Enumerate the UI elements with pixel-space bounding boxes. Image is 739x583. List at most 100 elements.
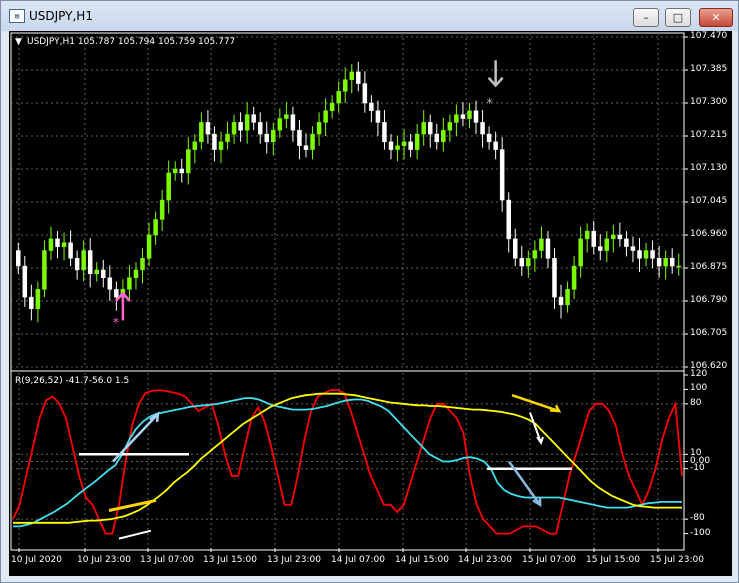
time-tick-label: 10 Jul 23:00 — [77, 555, 131, 565]
candle-body — [192, 141, 198, 150]
candle-body — [264, 133, 270, 143]
candle-body — [637, 250, 642, 259]
indicator-tick-label: -10 — [690, 462, 705, 473]
buy-signal-star-icon: * — [113, 315, 119, 329]
candle-body — [101, 269, 106, 278]
candle-body — [598, 246, 603, 251]
candle-body — [146, 234, 152, 259]
candle-body — [231, 122, 237, 135]
candle-body — [388, 141, 394, 150]
candle-body — [22, 265, 28, 298]
candle-body — [42, 250, 47, 290]
annotation-yellow-stroke — [108, 498, 157, 512]
indicator-line-slow — [13, 392, 682, 524]
candle-body — [329, 102, 335, 112]
window-title: USDJPY,H1 — [29, 9, 93, 23]
candle-body — [166, 172, 171, 201]
time-tick-label: 14 Jul 07:00 — [331, 555, 385, 565]
candle-body — [643, 250, 649, 259]
candle-body — [212, 133, 217, 150]
candle-body — [251, 114, 256, 123]
candle-body — [271, 129, 276, 143]
candle-body — [244, 114, 250, 131]
candle-body — [663, 258, 668, 267]
candle-body — [558, 296, 564, 306]
candle-body — [473, 110, 479, 123]
candle-body — [591, 230, 596, 247]
candle-body — [676, 265, 681, 268]
candle-body — [87, 250, 93, 275]
candle-body — [630, 246, 636, 251]
candle-body — [467, 110, 472, 119]
price-tick-label: 106.790 — [690, 295, 728, 305]
symbol-info: USDJPY,H1 105.787 105.794 105.759 105.77… — [27, 37, 236, 47]
candle-body — [238, 122, 243, 131]
indicator-tick-label: 80 — [690, 397, 702, 408]
candle-body — [519, 258, 525, 267]
price-tick-label: 107.130 — [690, 163, 728, 173]
candle-body — [218, 141, 224, 150]
candle-body — [68, 242, 73, 259]
candle-body — [506, 199, 511, 240]
candle-body — [127, 277, 132, 290]
candle-body — [81, 250, 86, 271]
candle-body — [205, 122, 211, 135]
candle-body — [624, 238, 629, 247]
candle-body — [427, 122, 433, 135]
sell-signal-star-icon: * — [487, 96, 493, 110]
indicator-header: R(9,26,52) -41.7-56.0 1.5 — [15, 376, 130, 386]
candle-body — [414, 133, 420, 150]
chart-area[interactable]: * * ▼ USDJPY,H1 105.787 105.794 105.759 1… — [9, 31, 732, 576]
candle-body — [257, 122, 263, 135]
candle-body — [656, 258, 662, 267]
time-tick-label: 15 Jul 23:00 — [650, 555, 704, 565]
candle-body — [395, 145, 400, 150]
sell-arrow-icon — [487, 60, 504, 88]
title-bar[interactable]: ▤ USDJPY,H1 – □ ✕ — [1, 1, 738, 31]
indicator-tick-label: 100 — [690, 383, 708, 394]
candle-body — [16, 250, 21, 267]
time-tick-label: 14 Jul 15:00 — [395, 555, 449, 565]
candle-body — [225, 133, 230, 143]
candle-body — [61, 242, 67, 247]
candle-body — [290, 114, 296, 131]
candle-body — [297, 129, 302, 146]
candle-body — [316, 122, 322, 135]
candle-body — [107, 277, 113, 290]
chart-window-icon[interactable]: ▤ — [9, 9, 25, 23]
candle-body — [604, 238, 610, 251]
candle-body — [94, 269, 99, 275]
chart-dropdown-icon[interactable]: ▼ — [15, 37, 22, 47]
maximize-button[interactable]: □ — [665, 8, 691, 27]
candle-body — [565, 289, 570, 306]
candle-body — [310, 133, 315, 150]
candle-body — [526, 258, 531, 267]
minimize-button[interactable]: – — [633, 8, 659, 27]
price-tick-label: 106.875 — [690, 262, 728, 272]
candle-body — [284, 114, 289, 119]
time-tick-label: 14 Jul 23:00 — [458, 555, 512, 565]
time-tick-label: 13 Jul 15:00 — [203, 555, 257, 565]
price-tick-label: 107.385 — [690, 64, 728, 74]
candle-body — [74, 258, 80, 271]
candle-body — [114, 289, 119, 298]
candle-body — [578, 238, 583, 267]
candle-body — [460, 114, 466, 119]
candle-body — [369, 102, 374, 112]
chart-svg[interactable]: ** — [9, 31, 732, 576]
candle-body — [454, 114, 459, 123]
candle-body — [48, 238, 54, 251]
price-tick-label: 107.215 — [690, 130, 728, 140]
close-button[interactable]: ✕ — [699, 8, 733, 27]
candle-body — [650, 250, 655, 259]
candle-body — [55, 238, 60, 247]
indicator-tick-label: 120 — [690, 369, 708, 379]
time-tick-label: 13 Jul 07:00 — [140, 555, 194, 565]
price-tick-label: 107.045 — [690, 196, 728, 206]
candle-body — [617, 234, 623, 240]
candle-body — [303, 145, 309, 150]
candle-body — [611, 234, 616, 240]
candle-body — [513, 238, 518, 259]
candle-body — [342, 79, 348, 92]
candle-body — [539, 238, 544, 251]
